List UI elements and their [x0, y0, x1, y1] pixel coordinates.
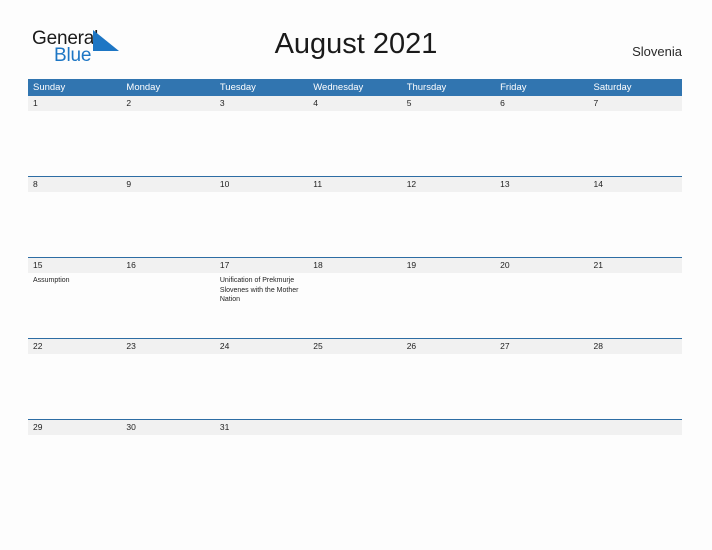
day-cell[interactable] — [308, 192, 401, 257]
day-cell[interactable] — [121, 273, 214, 338]
weekday-header-sunday: Sunday — [33, 82, 66, 93]
page-header: General Blue August 2021 Slovenia — [0, 0, 712, 66]
region-label: Slovenia — [632, 44, 682, 59]
calendar-week-row: 1 2 3 4 5 6 7 — [28, 96, 682, 176]
date-number[interactable]: 13 — [495, 177, 588, 192]
week-date-band: 15 16 17 18 19 20 21 — [28, 258, 682, 273]
day-cell[interactable] — [589, 273, 682, 338]
day-cell[interactable] — [308, 111, 401, 176]
day-cell[interactable] — [495, 111, 588, 176]
day-cell-empty — [589, 435, 682, 500]
date-number[interactable]: 3 — [215, 96, 308, 111]
calendar-week-row: 8 9 10 11 12 13 14 — [28, 176, 682, 257]
date-number-empty — [308, 420, 401, 435]
day-cell[interactable] — [402, 354, 495, 419]
day-cell-empty — [495, 435, 588, 500]
weekday-header-saturday: Saturday — [593, 82, 632, 93]
day-cell[interactable] — [121, 354, 214, 419]
day-cell[interactable] — [495, 192, 588, 257]
date-number-empty — [402, 420, 495, 435]
day-cell-empty — [402, 435, 495, 500]
day-cell[interactable] — [402, 273, 495, 338]
day-cell[interactable] — [215, 192, 308, 257]
date-number[interactable]: 16 — [121, 258, 214, 273]
week-event-band — [28, 192, 682, 257]
week-event-band — [28, 111, 682, 176]
day-cell[interactable] — [308, 354, 401, 419]
date-number[interactable]: 20 — [495, 258, 588, 273]
date-number[interactable]: 17 — [215, 258, 308, 273]
date-number[interactable]: 18 — [308, 258, 401, 273]
week-event-band — [28, 435, 682, 500]
date-number[interactable]: 4 — [308, 96, 401, 111]
day-cell[interactable] — [402, 111, 495, 176]
day-cell[interactable] — [495, 273, 588, 338]
date-number[interactable]: 1 — [28, 96, 121, 111]
date-number-empty — [495, 420, 588, 435]
date-number[interactable]: 23 — [121, 339, 214, 354]
weekday-header-thursday: Thursday — [406, 82, 447, 93]
day-cell[interactable] — [121, 435, 214, 500]
day-cell[interactable] — [589, 192, 682, 257]
calendar-week-row: 15 16 17 18 19 20 21 Assumption Unificat… — [28, 257, 682, 338]
date-number[interactable]: 7 — [589, 96, 682, 111]
day-cell[interactable] — [215, 111, 308, 176]
date-number[interactable]: 5 — [402, 96, 495, 111]
week-date-band: 1 2 3 4 5 6 7 — [28, 96, 682, 111]
day-cell[interactable] — [589, 111, 682, 176]
date-number[interactable]: 27 — [495, 339, 588, 354]
week-event-band — [28, 354, 682, 419]
date-number[interactable]: 31 — [215, 420, 308, 435]
day-cell[interactable] — [121, 192, 214, 257]
date-number[interactable]: 29 — [28, 420, 121, 435]
week-date-band: 8 9 10 11 12 13 14 — [28, 177, 682, 192]
weekday-header-friday: Friday — [500, 82, 527, 93]
week-date-band: 29 30 31 — [28, 420, 682, 435]
weekday-header-monday: Monday — [126, 82, 161, 93]
day-cell[interactable] — [402, 192, 495, 257]
date-number[interactable]: 25 — [308, 339, 401, 354]
weekday-header-row: Sunday Monday Tuesday Wednesday Thursday… — [28, 79, 682, 96]
weekday-header-tuesday: Tuesday — [219, 82, 256, 93]
day-cell[interactable] — [495, 354, 588, 419]
day-cell[interactable] — [28, 435, 121, 500]
date-number[interactable]: 11 — [308, 177, 401, 192]
day-cell[interactable] — [589, 354, 682, 419]
calendar-week-row: 22 23 24 25 26 27 28 — [28, 338, 682, 419]
day-cell[interactable] — [28, 192, 121, 257]
date-number[interactable]: 24 — [215, 339, 308, 354]
calendar-table: Sunday Monday Tuesday Wednesday Thursday… — [28, 79, 682, 500]
day-cell[interactable] — [28, 111, 121, 176]
date-number[interactable]: 28 — [589, 339, 682, 354]
date-number[interactable]: 19 — [402, 258, 495, 273]
date-number[interactable]: 12 — [402, 177, 495, 192]
date-number[interactable]: 8 — [28, 177, 121, 192]
date-number-empty — [589, 420, 682, 435]
date-number[interactable]: 2 — [121, 96, 214, 111]
date-number[interactable]: 6 — [495, 96, 588, 111]
date-number[interactable]: 30 — [121, 420, 214, 435]
date-number[interactable]: 15 — [28, 258, 121, 273]
calendar-week-row: 29 30 31 — [28, 419, 682, 500]
day-cell[interactable] — [215, 354, 308, 419]
day-cell-event[interactable]: Assumption — [28, 273, 121, 338]
day-cell[interactable] — [121, 111, 214, 176]
week-date-band: 22 23 24 25 26 27 28 — [28, 339, 682, 354]
date-number[interactable]: 22 — [28, 339, 121, 354]
date-number[interactable]: 26 — [402, 339, 495, 354]
date-number[interactable]: 21 — [589, 258, 682, 273]
day-cell[interactable] — [28, 354, 121, 419]
weekday-header-wednesday: Wednesday — [313, 82, 364, 93]
day-cell-event[interactable]: Unification of Prekmurje Slovenes with t… — [215, 273, 308, 338]
day-cell-empty — [308, 435, 401, 500]
day-cell[interactable] — [308, 273, 401, 338]
date-number[interactable]: 9 — [121, 177, 214, 192]
date-number[interactable]: 14 — [589, 177, 682, 192]
week-event-band: Assumption Unification of Prekmurje Slov… — [28, 273, 682, 338]
page-title: August 2021 — [274, 28, 438, 60]
date-number[interactable]: 10 — [215, 177, 308, 192]
day-cell[interactable] — [215, 435, 308, 500]
